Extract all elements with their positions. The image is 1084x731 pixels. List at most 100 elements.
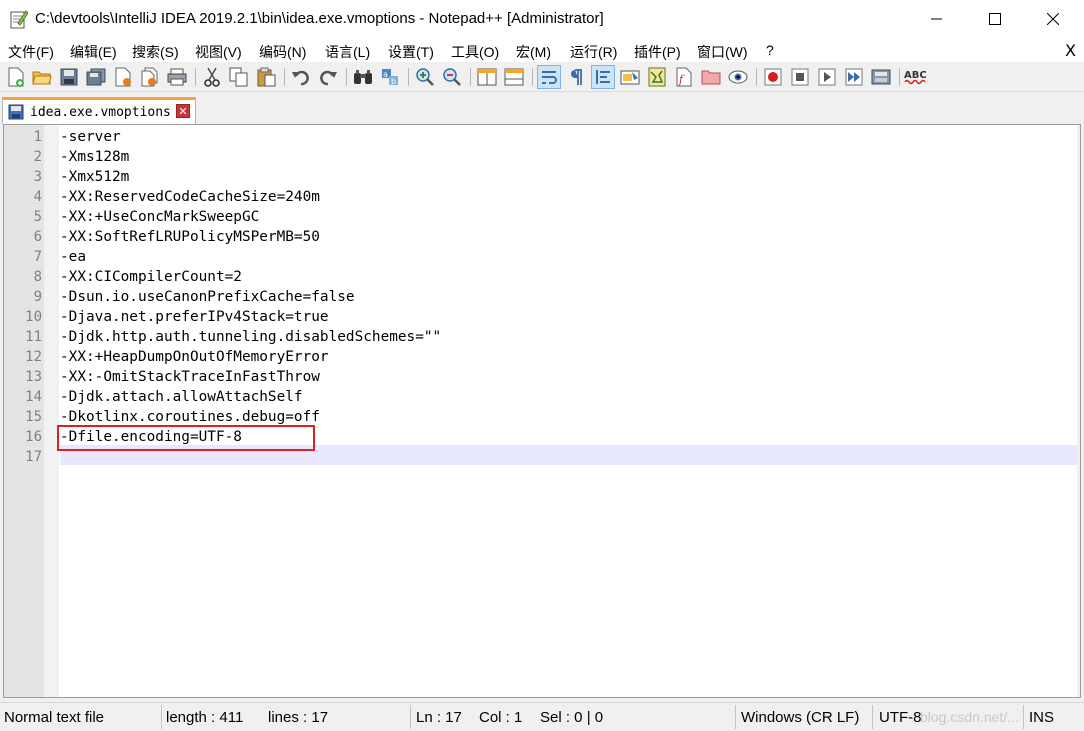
close-icon	[1047, 13, 1059, 25]
close-file-icon	[115, 67, 131, 87]
copy-button[interactable]	[227, 65, 251, 89]
line-number: 4	[33, 189, 42, 205]
toolbar-separator	[532, 68, 533, 86]
macro-stop-button[interactable]	[788, 65, 812, 89]
status-encoding[interactable]: UTF-8	[879, 709, 922, 726]
status-eol[interactable]: Windows (CR LF)	[741, 709, 859, 726]
close-window-button[interactable]	[1024, 0, 1082, 38]
code-line[interactable]: -Xms128m	[60, 147, 129, 167]
save-button[interactable]	[57, 65, 81, 89]
editor-area[interactable]: 1 2 3 4 5 6 7 8 9 10 11 12 13 14 15 16 1…	[3, 124, 1081, 698]
code-line[interactable]: -XX:+HeapDumpOnOutOfMemoryError	[60, 347, 329, 367]
spell-check-button[interactable]: ABC	[904, 65, 928, 89]
code-line[interactable]: -Djava.net.preferIPv4Stack=true	[60, 307, 329, 327]
minimize-button[interactable]	[908, 0, 966, 38]
menu-language[interactable]: 语言(L)	[325, 42, 370, 62]
line-number: 13	[25, 369, 42, 385]
save-all-button[interactable]	[84, 65, 108, 89]
menu-macro[interactable]: 宏(M)	[516, 42, 551, 62]
indent-guide-button[interactable]	[591, 65, 615, 89]
stop-icon	[791, 68, 809, 86]
status-bar: Normal text file length : 411 lines : 17…	[0, 702, 1084, 731]
status-selection: Sel : 0 | 0	[540, 709, 604, 726]
close-all-button[interactable]	[138, 65, 162, 89]
document-map-button[interactable]	[645, 65, 669, 89]
toolbar-separator	[195, 68, 196, 86]
code-line[interactable]: -XX:-OmitStackTraceInFastThrow	[60, 367, 320, 387]
code-line[interactable]: -Xmx512m	[60, 167, 129, 187]
status-line: Ln : 17	[416, 709, 462, 726]
macro-run-multiple-button[interactable]	[842, 65, 866, 89]
zoom-out-button[interactable]	[440, 65, 464, 89]
status-lines: lines : 17	[268, 709, 329, 726]
macro-record-button[interactable]	[761, 65, 785, 89]
status-separator	[161, 705, 162, 729]
line-number: 2	[33, 149, 42, 165]
code-line[interactable]: -Dkotlinx.coroutines.debug=off	[60, 407, 320, 427]
monitoring-button[interactable]	[726, 65, 750, 89]
line-number: 1	[33, 129, 42, 145]
close-document-button[interactable]: X	[1065, 41, 1076, 60]
record-icon	[764, 68, 782, 86]
menu-plugins[interactable]: 插件(P)	[634, 42, 681, 62]
menu-run[interactable]: 运行(R)	[570, 42, 617, 62]
line-number: 8	[33, 269, 42, 285]
cut-button[interactable]	[200, 65, 224, 89]
code-line[interactable]: -XX:+UseConcMarkSweepGC	[60, 207, 259, 227]
paste-button[interactable]	[254, 65, 278, 89]
menu-settings[interactable]: 设置(T)	[388, 42, 434, 62]
close-file-button[interactable]	[111, 65, 135, 89]
vertical-scrollbar[interactable]	[1077, 125, 1080, 697]
zoom-out-icon	[443, 68, 461, 86]
code-line[interactable]: -Djdk.attach.allowAttachSelf	[60, 387, 303, 407]
spell-check-icon: ABC	[904, 70, 927, 85]
print-button[interactable]	[165, 65, 189, 89]
code-line[interactable]: -server	[60, 127, 121, 147]
line-number: 14	[25, 389, 42, 405]
tab-close-button[interactable]: ✕	[176, 104, 190, 118]
code-line[interactable]: -Djdk.http.auth.tunneling.disabledScheme…	[60, 327, 441, 347]
toolbar-separator	[470, 68, 471, 86]
code-line[interactable]: -Dsun.io.useCanonPrefixCache=false	[60, 287, 355, 307]
code-line[interactable]: -XX:CICompilerCount=2	[60, 267, 242, 287]
paste-icon	[257, 67, 276, 87]
code-line[interactable]: -XX:SoftRefLRUPolicyMSPerMB=50	[60, 227, 320, 247]
line-number: 7	[33, 249, 42, 265]
status-insert-mode[interactable]: INS	[1029, 709, 1054, 726]
undo-button[interactable]	[289, 65, 313, 89]
open-file-button[interactable]	[30, 65, 54, 89]
menu-window[interactable]: 窗口(W)	[697, 42, 748, 62]
show-all-chars-button[interactable]	[564, 65, 588, 89]
printer-icon	[167, 68, 187, 86]
menu-tools[interactable]: 工具(O)	[451, 42, 499, 62]
menu-view[interactable]: 视图(V)	[195, 42, 242, 62]
replace-button[interactable]: ab	[378, 65, 402, 89]
redo-button[interactable]	[316, 65, 340, 89]
menu-search[interactable]: 搜索(S)	[132, 42, 179, 62]
scissors-icon	[204, 67, 220, 87]
menu-edit[interactable]: 编辑(E)	[70, 42, 117, 62]
folder-workspace-button[interactable]	[699, 65, 723, 89]
sync-vertical-button[interactable]	[475, 65, 499, 89]
line-number: 3	[33, 169, 42, 185]
new-file-icon	[8, 67, 24, 87]
tab-idea-vmoptions[interactable]: idea.exe.vmoptions ✕	[2, 97, 196, 124]
macro-play-button[interactable]	[815, 65, 839, 89]
maximize-button[interactable]	[966, 0, 1024, 38]
menu-file[interactable]: 文件(F)	[8, 42, 54, 62]
zoom-in-button[interactable]	[413, 65, 437, 89]
status-separator	[1023, 705, 1024, 729]
find-button[interactable]	[351, 65, 375, 89]
sync-horizontal-button[interactable]	[502, 65, 526, 89]
menu-help[interactable]: ?	[766, 42, 774, 58]
code-line[interactable]: -XX:ReservedCodeCacheSize=240m	[60, 187, 320, 207]
function-list-button[interactable]: f	[672, 65, 696, 89]
redo-icon	[320, 70, 337, 86]
macro-save-button[interactable]	[869, 65, 893, 89]
word-wrap-button[interactable]	[537, 65, 561, 89]
user-language-button[interactable]	[618, 65, 642, 89]
menu-encoding[interactable]: 编码(N)	[259, 42, 306, 62]
code-line[interactable]: -ea	[60, 247, 86, 267]
new-file-button[interactable]	[4, 65, 28, 89]
notepad-app-icon	[10, 10, 28, 29]
